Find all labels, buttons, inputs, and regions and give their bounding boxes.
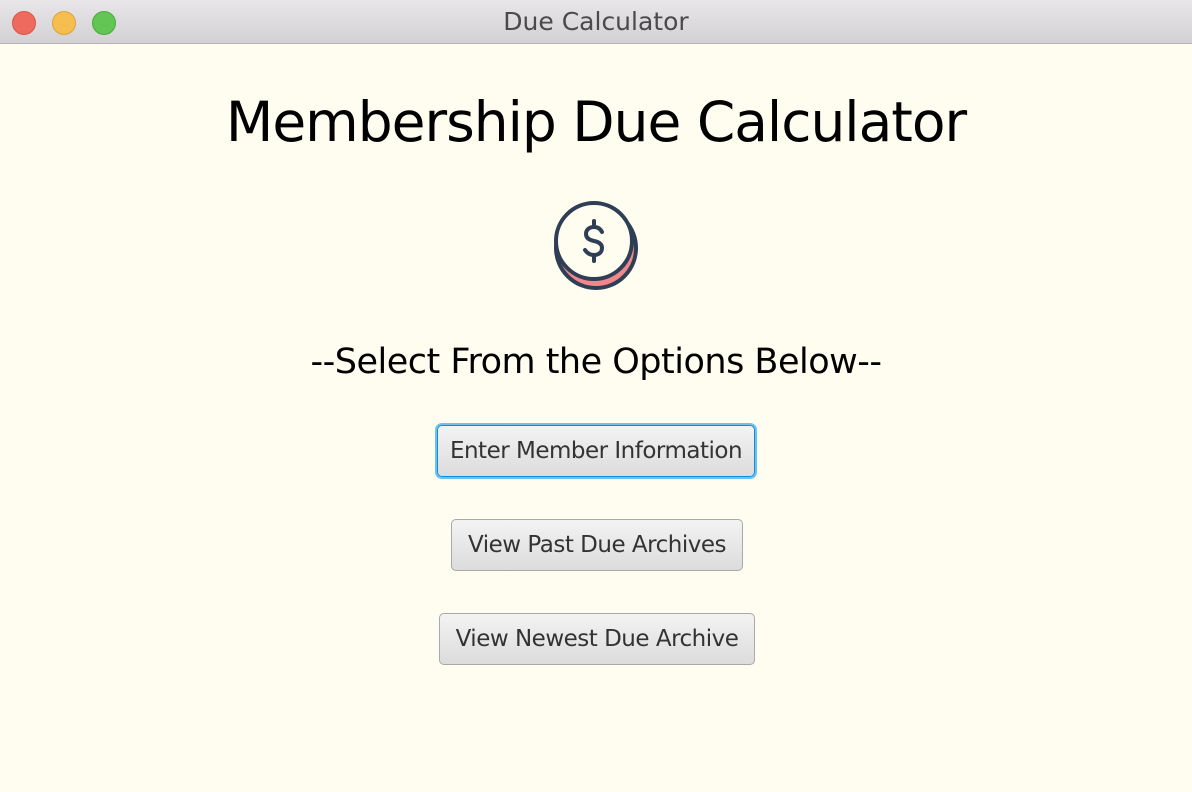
title-bar[interactable]: Due Calculator [0, 0, 1192, 44]
enter-member-information-button[interactable]: Enter Member Information [437, 425, 755, 477]
options-prompt: --Select From the Options Below-- [310, 342, 883, 382]
view-past-due-archives-button[interactable]: View Past Due Archives [451, 519, 743, 571]
dollar-coin-icon [554, 201, 638, 290]
window-title: Due Calculator [503, 7, 689, 36]
app-window: Due Calculator Membership Due Calculator… [0, 0, 1192, 792]
page-title: Membership Due Calculator [225, 90, 967, 154]
view-newest-due-archive-button[interactable]: View Newest Due Archive [439, 613, 755, 665]
